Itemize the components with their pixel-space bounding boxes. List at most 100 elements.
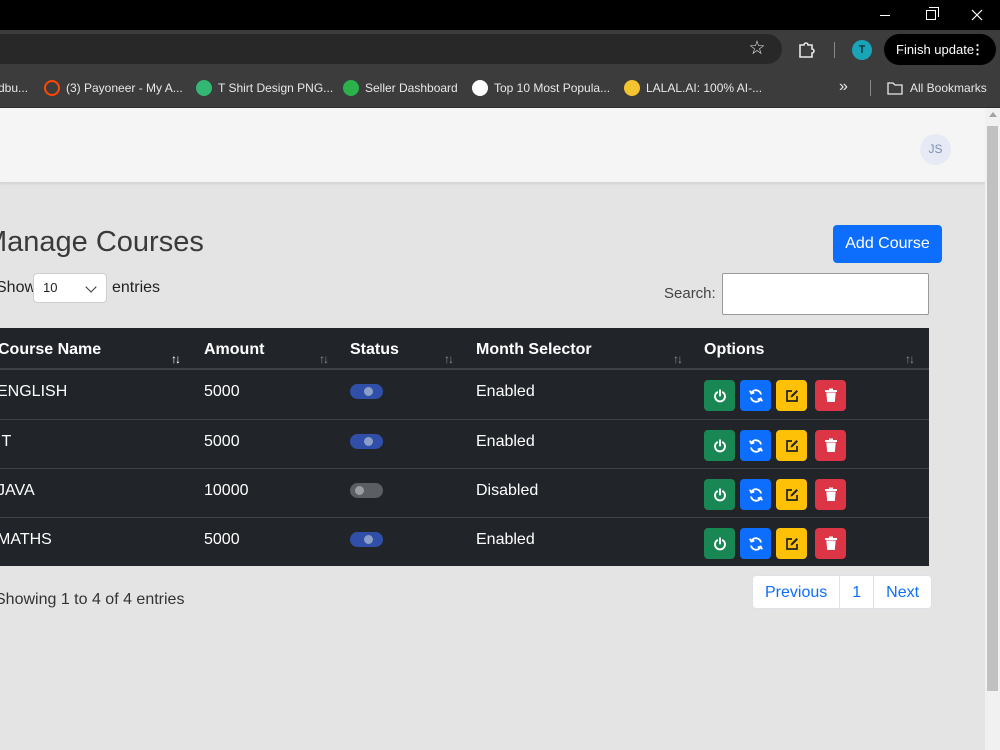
- delete-button[interactable]: [815, 479, 846, 510]
- activate-button[interactable]: [704, 528, 735, 559]
- bookmark-item[interactable]: Seller Dashboard: [343, 79, 458, 97]
- activate-button[interactable]: [704, 430, 735, 461]
- all-bookmarks-button[interactable]: All Bookmarks: [887, 79, 987, 97]
- table-row: MATHS 5000 Enabled: [0, 517, 929, 566]
- finish-update-button[interactable]: Finish update ⋮: [884, 34, 996, 65]
- bookmark-item[interactable]: Top 10 Most Popula...: [472, 79, 610, 97]
- delete-button[interactable]: [815, 528, 846, 559]
- activate-button[interactable]: [704, 479, 735, 510]
- pagination: Previous 1 Next: [752, 575, 933, 609]
- scrollbar-thumb[interactable]: [987, 126, 998, 691]
- all-bookmarks-label: All Bookmarks: [910, 81, 987, 95]
- course-name-cell: IT: [0, 433, 12, 450]
- edit-icon: [784, 388, 800, 404]
- edit-button[interactable]: [776, 430, 807, 461]
- column-header-label: Amount: [204, 341, 265, 358]
- close-icon[interactable]: [954, 0, 1000, 30]
- bookmarks-overflow-icon[interactable]: »: [839, 78, 848, 96]
- column-header-label: Month Selector: [476, 341, 592, 358]
- address-bar[interactable]: ☆: [0, 34, 782, 64]
- app-navbar: JS: [0, 108, 985, 183]
- bookmark-label: Seller Dashboard: [365, 81, 458, 95]
- toggle-knob: [364, 387, 373, 396]
- delete-button[interactable]: [815, 430, 846, 461]
- course-name-cell: MATHS: [0, 531, 52, 548]
- restore-icon[interactable]: [908, 0, 954, 30]
- delete-icon: [824, 536, 838, 551]
- column-header-course-name[interactable]: Course Name ↑↓: [0, 328, 188, 370]
- edit-icon: [784, 487, 800, 503]
- amount-cell: 5000: [204, 383, 240, 400]
- bookmark-label: Top 10 Most Popula...: [494, 81, 611, 95]
- edit-button[interactable]: [776, 479, 807, 510]
- entries-per-page-select[interactable]: 10: [33, 273, 107, 303]
- amount-cell: 5000: [204, 531, 240, 548]
- activate-button[interactable]: [704, 380, 735, 411]
- page-1-button[interactable]: 1: [839, 575, 875, 609]
- page-scrollbar[interactable]: [985, 108, 1000, 750]
- delete-icon: [824, 438, 838, 453]
- toggle-knob: [364, 535, 373, 544]
- scroll-up-icon[interactable]: [989, 112, 997, 117]
- next-page-button[interactable]: Next: [873, 575, 933, 609]
- page-title: Manage Courses: [0, 226, 204, 258]
- column-header-amount[interactable]: Amount ↑↓: [204, 328, 336, 370]
- delete-button[interactable]: [815, 380, 846, 411]
- column-header-options[interactable]: Options ↑↓: [704, 328, 924, 370]
- month-selector-cell: Disabled: [476, 482, 539, 499]
- previous-page-button[interactable]: Previous: [752, 575, 841, 609]
- refresh-button[interactable]: [740, 430, 771, 461]
- top10-icon: [472, 80, 488, 96]
- power-icon: [713, 536, 727, 551]
- user-avatar[interactable]: JS: [920, 134, 951, 165]
- month-selector-cell: Enabled: [476, 531, 535, 548]
- bookmarks-bar: dbu... (3) Payoneer - My A... T Shirt De…: [0, 68, 1000, 108]
- bookmarks-divider: [870, 80, 871, 96]
- seller-dashboard-icon: [343, 80, 359, 96]
- delete-icon: [824, 487, 838, 502]
- star-icon[interactable]: ☆: [747, 39, 767, 59]
- bookmark-label: LALAL.AI: 100% AI-...: [646, 81, 763, 95]
- toggle-knob: [364, 437, 373, 446]
- course-name-cell: JAVA: [0, 482, 35, 499]
- extensions-icon[interactable]: [797, 39, 819, 61]
- toggle-knob: [355, 486, 364, 495]
- status-toggle[interactable]: [350, 384, 383, 399]
- search-input[interactable]: [722, 273, 929, 315]
- entries-per-page-value: 10: [43, 280, 58, 295]
- table-body: ENGLISH 5000 Enabled IT 5000 Enabled JAVA 10000…: [0, 370, 929, 566]
- refresh-button[interactable]: [740, 479, 771, 510]
- bookmark-item[interactable]: T Shirt Design PNG...: [196, 79, 333, 97]
- bookmark-item[interactable]: LALAL.AI: 100% AI-...: [624, 79, 762, 97]
- delete-icon: [824, 388, 838, 403]
- refresh-button[interactable]: [740, 528, 771, 559]
- edit-button[interactable]: [776, 528, 807, 559]
- column-header-month-selector[interactable]: Month Selector ↑↓: [476, 328, 690, 370]
- menu-dots-icon[interactable]: ⋮: [971, 34, 984, 65]
- refresh-icon: [748, 438, 764, 454]
- minimize-icon[interactable]: [862, 0, 908, 30]
- tshirt-design-icon: [196, 80, 212, 96]
- bookmark-item[interactable]: (3) Payoneer - My A...: [44, 79, 183, 97]
- bookmark-label: T Shirt Design PNG...: [218, 81, 334, 95]
- column-header-label: Options: [704, 341, 765, 358]
- amount-cell: 5000: [204, 433, 240, 450]
- table-row: ENGLISH 5000 Enabled: [0, 370, 929, 419]
- month-selector-cell: Enabled: [476, 433, 535, 450]
- edit-button[interactable]: [776, 380, 807, 411]
- bookmark-label: (3) Payoneer - My A...: [66, 81, 183, 95]
- amount-cell: 10000: [204, 482, 249, 499]
- profile-avatar[interactable]: T: [852, 40, 872, 60]
- refresh-button[interactable]: [740, 380, 771, 411]
- status-toggle[interactable]: [350, 434, 383, 449]
- bookmark-item[interactable]: dbu...: [0, 79, 28, 97]
- refresh-icon: [748, 536, 764, 552]
- table-row: IT 5000 Enabled: [0, 419, 929, 468]
- column-header-status[interactable]: Status ↑↓: [350, 328, 460, 370]
- add-course-button[interactable]: Add Course: [833, 225, 942, 263]
- status-toggle[interactable]: [350, 483, 383, 498]
- table-header: Course Name ↑↓ Amount ↑↓ Status ↑↓ Month…: [0, 328, 929, 370]
- search-label: Search:: [664, 285, 716, 302]
- table-info: Showing 1 to 4 of 4 entries: [0, 591, 185, 608]
- status-toggle[interactable]: [350, 532, 383, 547]
